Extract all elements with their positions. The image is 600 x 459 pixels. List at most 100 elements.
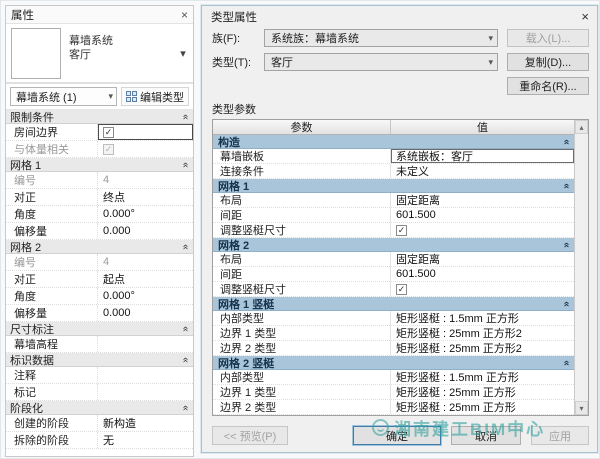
checkbox-checked[interactable]: ✓ — [396, 284, 407, 295]
param-label: 角度 — [6, 288, 98, 304]
param-value[interactable]: 矩形竖梃 : 1.5mm 正方形 — [391, 370, 574, 384]
table-row: 幕墙嵌板 系统嵌板：客厅 — [213, 149, 574, 164]
collapse-icon: « — [180, 244, 190, 250]
type-selector-text: 幕墙系统 客厅 — [61, 28, 177, 79]
family-dropdown[interactable]: 系统族：幕墙系统 ▾ — [264, 29, 498, 47]
dialog-footer: << 预览(P) 确定 取消 应用 — [202, 416, 597, 452]
param-value[interactable]: 0.000 — [98, 223, 193, 239]
param-label: 布局 — [213, 193, 391, 207]
table-scrollbar[interactable]: ▴ ▾ — [574, 120, 588, 415]
properties-grid: 限制条件 « 房间边界 ✓ 与体量相关 ✓ 网格 1 « 编号 4 对正 — [6, 110, 193, 456]
property-row: 与体量相关 ✓ — [6, 141, 193, 158]
dialog-form: 族(F): 系统族：幕墙系统 ▾ 载入(L)... 类型(T): 客厅 ▾ 复制… — [202, 27, 597, 99]
param-value[interactable] — [98, 384, 193, 400]
param-label: 拆除的阶段 — [6, 432, 98, 448]
param-value[interactable]: 601.500 — [391, 267, 574, 281]
param-value[interactable]: 0.000° — [98, 206, 193, 222]
param-value[interactable]: 矩形竖梃 : 25mm 正方形 — [391, 385, 574, 399]
type-selector[interactable]: 幕墙系统 客厅 ▾ — [6, 24, 193, 84]
param-value[interactable]: 矩形竖梃 : 1.5mm 正方形 — [391, 311, 574, 325]
dialog-title-bar[interactable]: 类型属性 × — [202, 6, 597, 27]
table-row: 布局 固定距离 — [213, 252, 574, 267]
check-icon: ✓ — [398, 285, 406, 294]
table-section-grid2-mullions[interactable]: 网格 2 竖梃 « — [213, 356, 574, 370]
section-header-constraints[interactable]: 限制条件 « — [6, 110, 193, 124]
param-label: 注释 — [6, 367, 98, 383]
param-value[interactable]: 矩形竖梃 : 25mm 正方形2 — [391, 326, 574, 340]
param-label: 对正 — [6, 189, 98, 205]
properties-palette: 属性 × 幕墙系统 客厅 ▾ 幕墙系统 (1) ▾ 编辑类型 限制条件 — [5, 5, 194, 457]
scroll-up-icon[interactable]: ▴ — [575, 120, 588, 134]
section-header-identity-data[interactable]: 标识数据 « — [6, 353, 193, 367]
param-label: 偏移量 — [6, 305, 98, 321]
param-value[interactable]: 固定距离 — [391, 252, 574, 266]
chevron-down-icon[interactable]: ▾ — [177, 28, 189, 79]
param-value[interactable]: 新构造 — [98, 415, 193, 431]
param-value[interactable]: 0.000 — [98, 305, 193, 321]
property-row: 注释 — [6, 367, 193, 384]
param-value[interactable] — [98, 367, 193, 383]
screenshot-stage: 属性 × 幕墙系统 客厅 ▾ 幕墙系统 (1) ▾ 编辑类型 限制条件 — [0, 0, 600, 459]
footer-left: << 预览(P) — [212, 426, 353, 445]
duplicate-button[interactable]: 复制(D)... — [507, 53, 589, 71]
value-column-header[interactable]: 值 — [391, 120, 574, 134]
preview-button: << 预览(P) — [212, 426, 288, 445]
close-icon[interactable]: × — [581, 9, 589, 24]
section-header-grid2[interactable]: 网格 2 « — [6, 240, 193, 254]
param-value[interactable]: 起点 — [98, 271, 193, 287]
table-row: 布局 固定距离 — [213, 193, 574, 208]
table-row: 间距 601.500 — [213, 208, 574, 223]
section-header-dimensions[interactable]: 尺寸标注 « — [6, 322, 193, 336]
param-value[interactable]: 终点 — [98, 189, 193, 205]
param-label: 对正 — [6, 271, 98, 287]
rename-button[interactable]: 重命名(R)... — [507, 77, 589, 95]
property-row: 幕墙高程 — [6, 336, 193, 353]
param-value[interactable]: ✓ — [98, 124, 193, 140]
param-value[interactable]: 固定距离 — [391, 193, 574, 207]
section-header-phasing[interactable]: 阶段化 « — [6, 401, 193, 415]
cancel-button[interactable]: 取消 — [451, 426, 521, 445]
edit-type-button[interactable]: 编辑类型 — [121, 87, 189, 106]
table-section-construction[interactable]: 构造 « — [213, 135, 574, 149]
param-value[interactable]: 矩形竖梃 : 25mm 正方形 — [391, 400, 574, 414]
type-properties-dialog: 类型属性 × 族(F): 系统族：幕墙系统 ▾ 载入(L)... 类型(T): … — [201, 5, 598, 453]
param-label: 角度 — [6, 206, 98, 222]
section-header-grid1[interactable]: 网格 1 « — [6, 158, 193, 172]
scroll-down-icon[interactable]: ▾ — [575, 401, 588, 415]
family-row: 族(F): 系统族：幕墙系统 ▾ 载入(L)... — [212, 29, 589, 47]
param-label: 与体量相关 — [6, 141, 98, 157]
param-label: 布局 — [213, 252, 391, 266]
section-title: 网格 1 — [218, 178, 249, 194]
param-column-header[interactable]: 参数 — [213, 120, 391, 134]
property-row: 对正 终点 — [6, 189, 193, 206]
param-value[interactable]: ✓ — [391, 223, 574, 237]
close-icon[interactable]: × — [181, 8, 188, 22]
param-value[interactable]: 0.000° — [98, 288, 193, 304]
selection-filter-combo[interactable]: 幕墙系统 (1) ▾ — [10, 87, 117, 106]
table-section-grid1-mullions[interactable]: 网格 1 竖梃 « — [213, 297, 574, 311]
param-value: 4 — [98, 172, 193, 188]
param-value: 4 — [98, 254, 193, 270]
param-value[interactable] — [98, 336, 193, 352]
param-value[interactable]: 无 — [98, 432, 193, 448]
type-label: 类型(T): — [212, 54, 264, 70]
type-dropdown[interactable]: 客厅 ▾ — [264, 53, 498, 71]
param-value[interactable]: 601.500 — [391, 208, 574, 222]
properties-title: 属性 — [11, 7, 34, 23]
param-label: 创建的阶段 — [6, 415, 98, 431]
property-row: 标记 — [6, 384, 193, 401]
property-row: 编号 4 — [6, 172, 193, 189]
checkbox-checked[interactable]: ✓ — [396, 225, 407, 236]
property-row: 房间边界 ✓ — [6, 124, 193, 141]
param-value[interactable]: 未定义 — [391, 164, 574, 178]
param-value[interactable]: ✓ — [391, 282, 574, 296]
param-label: 内部类型 — [213, 370, 391, 384]
param-label: 边界 1 类型 — [213, 326, 391, 340]
param-value[interactable]: 系统嵌板：客厅 — [391, 149, 574, 163]
param-value[interactable]: 矩形竖梃 : 25mm 正方形2 — [391, 341, 574, 355]
table-section-grid1[interactable]: 网格 1 « — [213, 179, 574, 193]
load-button: 载入(L)... — [507, 29, 589, 47]
table-section-grid2[interactable]: 网格 2 « — [213, 238, 574, 252]
checkbox-checked[interactable]: ✓ — [103, 127, 114, 138]
ok-button[interactable]: 确定 — [353, 426, 441, 445]
